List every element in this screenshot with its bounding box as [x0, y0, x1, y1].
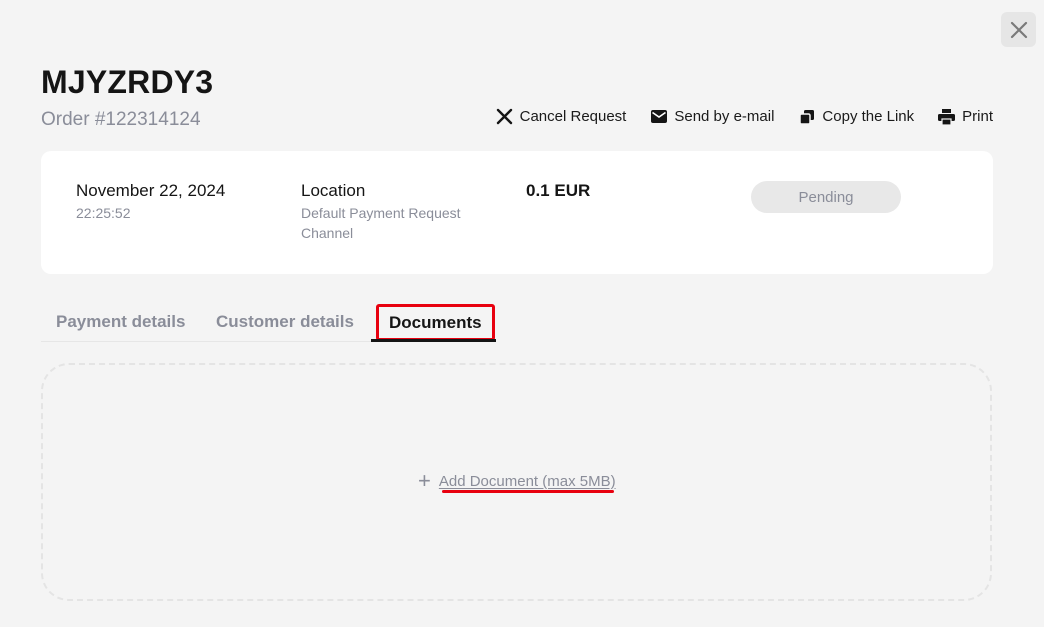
send-email-button[interactable]: Send by e-mail: [650, 108, 774, 125]
tab-bar: Payment details Customer details Documen…: [41, 300, 496, 342]
close-icon: [1009, 20, 1029, 40]
send-email-label: Send by e-mail: [674, 108, 775, 125]
cancel-request-label: Cancel Request: [519, 108, 627, 125]
tab-customer-details[interactable]: Customer details: [216, 312, 354, 332]
order-number: Order #122314124: [41, 109, 201, 130]
print-label: Print: [962, 108, 993, 125]
tab-payment-details[interactable]: Payment details: [56, 312, 185, 332]
copy-icon: [798, 108, 815, 125]
close-button[interactable]: [1001, 12, 1036, 47]
printer-icon: [938, 108, 956, 125]
close-icon: [496, 108, 513, 125]
print-button[interactable]: Print: [938, 108, 993, 125]
action-bar: Cancel Request Send by e-mail Copy the L…: [496, 108, 993, 125]
add-document-label: Add Document (max 5MB): [438, 472, 616, 490]
page-title: MJYZRDY3: [41, 64, 214, 100]
highlight-underline: [442, 490, 614, 493]
summary-card: November 22, 2024 22:25:52 Location Defa…: [41, 151, 993, 274]
request-date: November 22, 2024: [76, 181, 226, 200]
copy-link-button[interactable]: Copy the Link: [798, 108, 914, 125]
add-document-button[interactable]: + Add Document (max 5MB): [418, 468, 616, 493]
plus-icon: +: [418, 468, 431, 493]
location-label: Location: [301, 181, 366, 200]
tab-documents[interactable]: Documents: [376, 304, 495, 341]
copy-link-label: Copy the Link: [822, 108, 915, 125]
request-time: 22:25:52: [76, 205, 131, 221]
cancel-request-button[interactable]: Cancel Request: [496, 108, 627, 125]
active-tab-indicator: [371, 339, 496, 342]
amount: 0.1 EUR: [526, 181, 591, 200]
location-value: Default Payment Request Channel: [301, 205, 461, 241]
document-dropzone[interactable]: + Add Document (max 5MB): [41, 363, 992, 601]
status-badge: Pending: [751, 181, 901, 213]
envelope-icon: [650, 108, 667, 125]
